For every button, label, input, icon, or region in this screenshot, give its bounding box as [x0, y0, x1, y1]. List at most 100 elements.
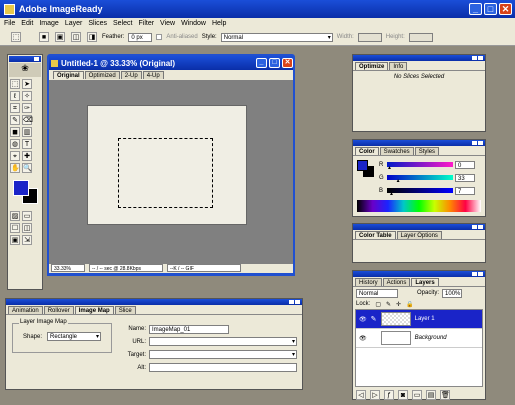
crop-tool-icon[interactable]: ⌗ [10, 103, 20, 113]
menu-layer[interactable]: Layer [65, 20, 83, 27]
menu-window[interactable]: Window [181, 20, 206, 27]
standard-mode-icon[interactable]: ▨ [10, 211, 20, 221]
tab-layer-options[interactable]: Layer Options [396, 231, 442, 239]
blur-tool-icon[interactable]: ◍ [10, 139, 20, 149]
eye-icon[interactable]: 👁 [359, 316, 367, 323]
hotspot-select-tool-icon[interactable]: ✚ [22, 151, 32, 161]
magic-wand-tool-icon[interactable]: ✧ [22, 91, 32, 101]
rectangle-tool-icon[interactable]: ◼ [10, 127, 20, 137]
channel-g-input[interactable]: 33 [455, 173, 475, 182]
channel-r-input[interactable]: 0 [455, 160, 475, 169]
screen-mode-icon[interactable]: ☐ [10, 223, 20, 233]
tab-history[interactable]: History [355, 278, 382, 286]
tab-info[interactable]: Info [389, 62, 408, 70]
tab-4-up[interactable]: 4-Up [142, 71, 164, 79]
menu-help[interactable]: Help [212, 20, 226, 27]
layer-row[interactable]: 👁 ✎ Layer 1 [356, 310, 482, 329]
pencil-tool-icon[interactable]: ✎ [10, 115, 20, 125]
tab-image-map[interactable]: Image Map [74, 306, 114, 314]
new-layer-icon[interactable]: ▤ [426, 390, 436, 400]
preview-icon[interactable]: ▣ [10, 235, 20, 245]
channel-b-input[interactable]: 7 [455, 186, 475, 195]
channel-g-slider[interactable]: ▲ [387, 175, 453, 184]
download-time-field[interactable]: -- / -- sec @ 28.8Kbps [89, 264, 163, 272]
lasso-tool-icon[interactable]: ℓ [10, 91, 20, 101]
tab-styles[interactable]: Styles [414, 147, 440, 155]
style-select[interactable]: Normal ▾ [220, 32, 333, 42]
quickmask-icon[interactable]: ▭ [22, 211, 32, 221]
menu-file[interactable]: File [4, 20, 15, 27]
canvas[interactable] [87, 105, 247, 225]
new-selection-icon[interactable]: ■ [39, 32, 49, 42]
menu-filter[interactable]: Filter [138, 20, 154, 27]
tab-optimized[interactable]: Optimized [84, 71, 120, 79]
lock-all-icon[interactable]: 🔒 [406, 301, 413, 308]
foreground-color-swatch[interactable] [13, 180, 29, 196]
menu-image[interactable]: Image [39, 20, 58, 27]
menu-select[interactable]: Select [113, 20, 132, 27]
tab-optimize[interactable]: Optimize [355, 62, 389, 70]
layer-effects-icon[interactable]: ƒ [384, 390, 394, 400]
slider-handle-icon[interactable]: ▲ [387, 165, 392, 171]
tab-animation[interactable]: Animation [8, 306, 43, 314]
minimize-icon[interactable]: _ [469, 3, 482, 15]
width-input[interactable] [357, 32, 382, 42]
tab-actions[interactable]: Actions [382, 278, 411, 286]
doc-minimize-icon[interactable]: _ [256, 58, 267, 68]
alt-input[interactable] [149, 363, 297, 372]
close-icon[interactable]: ✕ [499, 3, 512, 15]
doc-maximize-icon[interactable]: □ [269, 58, 280, 68]
channel-r-slider[interactable]: ▲ [387, 162, 453, 171]
tab-slice[interactable]: Slice [114, 306, 136, 314]
height-input[interactable] [408, 32, 433, 42]
layer-mask-icon[interactable]: ◙ [398, 390, 408, 400]
hand-tool-icon[interactable]: ✋ [10, 163, 20, 173]
tab-color-table[interactable]: Color Table [355, 231, 396, 239]
imageready-logo-icon[interactable]: ❀ [9, 63, 41, 77]
slider-handle-icon[interactable]: ▲ [389, 191, 394, 197]
marquee-tool-icon[interactable]: ⬚ [10, 79, 20, 89]
jump-to-photoshop-icon[interactable]: ⇲ [22, 235, 32, 245]
target-input[interactable]: ▾ [149, 350, 297, 359]
tab-color[interactable]: Color [355, 147, 379, 155]
lock-transparency-icon[interactable]: ▢ [375, 301, 381, 308]
maximize-icon[interactable]: □ [484, 3, 497, 15]
tab-2-up[interactable]: 2-Up [120, 71, 142, 79]
type-tool-icon[interactable]: T [22, 139, 32, 149]
feather-input[interactable]: 0 px [128, 32, 153, 42]
marquee-tool-icon[interactable]: ⬚ [11, 32, 21, 42]
trash-icon[interactable]: 🗑 [440, 390, 450, 400]
subtract-selection-icon[interactable]: ◫ [71, 32, 81, 42]
tab-swatches[interactable]: Swatches [379, 147, 414, 155]
color-ramp[interactable] [357, 200, 481, 212]
slider-handle-icon[interactable]: ▲ [396, 178, 401, 184]
channel-b-slider[interactable]: ▲ [387, 188, 453, 197]
add-selection-icon[interactable]: ▣ [55, 32, 65, 42]
move-tool-icon[interactable]: ➤ [22, 79, 32, 89]
color-fg-swatch[interactable] [357, 160, 368, 171]
slice-tool-icon[interactable]: ✑ [22, 103, 32, 113]
opacity-input[interactable]: 100% [442, 288, 463, 298]
image-map-tool-icon[interactable]: ⌖ [10, 151, 20, 161]
lock-move-icon[interactable]: ✛ [396, 301, 401, 308]
file-size-field[interactable]: --K / -- GIF [167, 264, 241, 272]
eye-icon[interactable]: 👁 [359, 335, 367, 342]
tab-layers[interactable]: Layers [411, 278, 439, 286]
eraser-tool-icon[interactable]: ⌫ [22, 115, 33, 125]
prev-frame-icon[interactable]: ◁ [356, 390, 366, 400]
zoom-tool-icon[interactable]: 🔍 [22, 163, 32, 173]
menu-edit[interactable]: Edit [21, 20, 33, 27]
antialiased-checkbox[interactable] [156, 34, 163, 40]
layer-row[interactable]: 👁 Background [356, 329, 482, 348]
blend-mode-select[interactable]: Normal [356, 288, 398, 298]
name-input[interactable]: ImageMap_01 [149, 324, 229, 334]
next-frame-icon[interactable]: ▷ [370, 390, 380, 400]
full-screen-icon[interactable]: ◫ [22, 223, 32, 233]
intersect-selection-icon[interactable]: ◨ [87, 32, 97, 42]
doc-close-icon[interactable]: ✕ [282, 58, 293, 68]
tab-original[interactable]: Original [53, 71, 84, 79]
tab-rollover[interactable]: Rollover [43, 306, 74, 314]
menu-slices[interactable]: Slices [88, 20, 107, 27]
zoom-field[interactable]: 33.33% [51, 264, 85, 272]
menu-view[interactable]: View [160, 20, 175, 27]
